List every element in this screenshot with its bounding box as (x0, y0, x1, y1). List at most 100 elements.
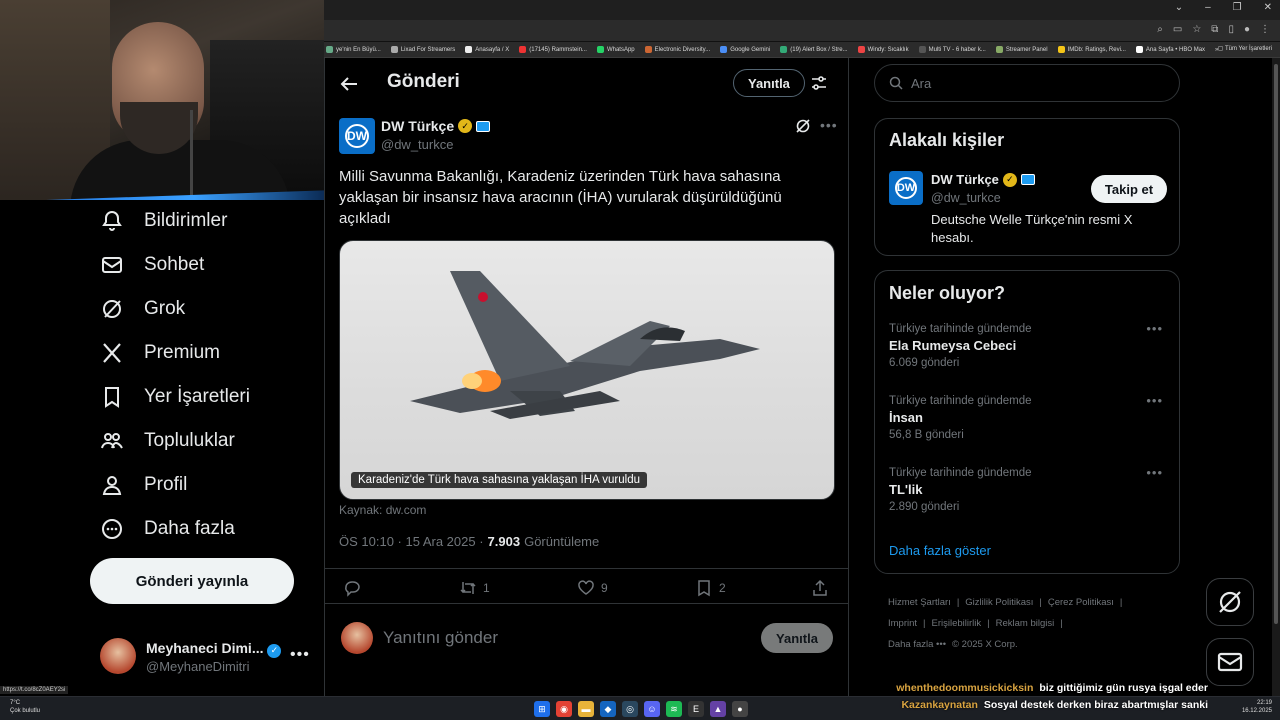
bookmark-item[interactable]: Ana Sayfa • HBO Max (1135, 46, 1205, 53)
bookmark-favicon-icon (519, 46, 527, 53)
nav-messages[interactable]: Sohbet (100, 250, 204, 280)
nav-grok[interactable]: Grok (100, 294, 185, 324)
footer-link[interactable]: Erişilebilirlik (932, 618, 982, 629)
close-window-icon[interactable]: ✕ (1264, 2, 1272, 13)
like-action[interactable]: 9 (577, 579, 608, 597)
chrome-icon[interactable]: ◉ (556, 701, 572, 717)
grok-fab-button[interactable] (1206, 578, 1254, 626)
bookmark-item[interactable]: Electronic Diversity... (644, 46, 710, 53)
bookmark-action[interactable]: 2 (695, 579, 726, 597)
grok-icon (1219, 591, 1241, 613)
person-handle[interactable]: @dw_turkce (931, 191, 1001, 205)
trend-item[interactable]: Türkiye tarihinde gündemde TL'lik 2.890 … (889, 465, 1169, 513)
account-switcher[interactable]: Meyhaneci Dimi... ✓ @MeyhaneDimitri ••• (100, 636, 310, 680)
reply-input[interactable]: Yanıtını gönder (383, 628, 498, 648)
back-arrow-icon[interactable] (339, 74, 359, 94)
bookmark-item[interactable]: Anasayfa / X (465, 46, 509, 53)
spotify-icon[interactable]: ≋ (666, 701, 682, 717)
post-timestamp[interactable]: ÖS 10:10 · 15 Ara 2025 · (339, 534, 484, 549)
discord-icon[interactable]: ☺ (644, 701, 660, 717)
window-menu-icon[interactable]: ⌄ (1175, 2, 1183, 13)
minimize-icon[interactable]: – (1205, 2, 1211, 13)
epic-games-icon[interactable]: E (688, 701, 704, 717)
bookmark-item[interactable]: Multi TV - 6 haber k... (918, 46, 986, 53)
bookmark-item[interactable]: Windy: Sıcaklık (857, 46, 909, 53)
grok-explain-icon[interactable] (795, 118, 811, 134)
bookmark-item[interactable]: WhatsApp (596, 46, 635, 53)
bookmark-item[interactable]: (17145) Rammstein... (519, 46, 587, 53)
reply-action[interactable] (343, 579, 367, 597)
footer-link[interactable]: Daha fazla ••• (888, 639, 946, 650)
post-button[interactable]: Gönderi yayınla (90, 558, 294, 604)
browser-menu-icon[interactable]: ⋮ (1260, 24, 1270, 35)
bookmark-item[interactable]: Streamer Panel (995, 46, 1048, 53)
follow-button[interactable]: Takip et (1091, 175, 1167, 203)
account-name: Meyhaneci Dimi... ✓ (146, 640, 282, 658)
author-name[interactable]: DW Türkçe ✓ (381, 118, 491, 134)
person-name[interactable]: DW Türkçe ✓ (931, 172, 1035, 187)
weather-widget[interactable]: 7°C Çok bulutlu (10, 699, 40, 715)
nav-bookmarks[interactable]: Yer İşaretleri (100, 382, 250, 412)
trend-more-icon[interactable]: ••• (1146, 393, 1163, 408)
post-more-icon[interactable]: ••• (820, 117, 838, 133)
footer-link[interactable]: Imprint (888, 618, 917, 629)
post-media[interactable]: Karadeniz'de Türk hava sahasına yaklaşan… (339, 240, 835, 500)
author-handle[interactable]: @dw_turkce (381, 137, 453, 152)
source-line[interactable]: Kaynak: dw.com (339, 503, 426, 517)
grok-icon (103, 300, 121, 318)
show-more-link[interactable]: Daha fazla göster (889, 543, 991, 558)
trend-more-icon[interactable]: ••• (1146, 465, 1163, 480)
all-bookmarks-button[interactable]: ▢ Tüm Yer İşaretleri (1218, 45, 1272, 52)
reply-submit-button[interactable]: Yanıtla (761, 623, 833, 653)
app-icon[interactable]: ◆ (600, 701, 616, 717)
author-avatar[interactable]: DW (339, 118, 375, 154)
zoom-icon[interactable]: ⌕ (1157, 24, 1163, 35)
post-text: Milli Savunma Bakanlığı, Karadeniz üzeri… (339, 168, 782, 227)
trend-item[interactable]: Türkiye tarihinde gündemde İnsan 56,8 B … (889, 393, 1169, 441)
file-explorer-icon[interactable]: ▬ (578, 701, 594, 717)
bookmark-item[interactable]: ye'nin En Büyü... (326, 46, 381, 53)
chat-text: biz gittiğimiz gün rusya işgal eder (1039, 682, 1208, 694)
bookmark-favicon-icon (857, 46, 865, 53)
cast-icon[interactable]: ▭ (1173, 24, 1182, 35)
nav-notifications[interactable]: Bildirimler (100, 206, 227, 236)
footer-link[interactable]: Gizlilik Politikası (965, 597, 1033, 608)
nav-premium[interactable]: Premium (100, 338, 220, 368)
nav-communities[interactable]: Topluluklar (100, 426, 235, 456)
bookmark-item[interactable]: Google Gemini (720, 46, 770, 53)
messages-fab-button[interactable] (1206, 638, 1254, 686)
sidepanel-icon[interactable]: ▯ (1228, 24, 1234, 35)
search-input[interactable]: Ara (874, 64, 1180, 102)
start-icon[interactable]: ⊞ (534, 701, 550, 717)
bookmark-item[interactable]: Lixad For Streamers (390, 46, 455, 53)
bookmark-item[interactable]: IMDb: Ratings, Revi... (1057, 46, 1126, 53)
reply-top-button[interactable]: Yanıtla (733, 69, 805, 97)
profile-icon[interactable]: ● (1244, 24, 1250, 35)
retweet-action[interactable]: 1 (459, 579, 490, 597)
person-avatar[interactable]: DW (889, 171, 923, 205)
restore-icon[interactable]: ❐ (1233, 2, 1242, 13)
share-action[interactable] (811, 579, 829, 597)
footer-link[interactable]: Hizmet Şartları (888, 597, 951, 608)
chat-text: Sosyal destek derken biraz abartmışlar s… (983, 699, 1208, 711)
obs-icon[interactable]: ● (732, 701, 748, 717)
nav-more[interactable]: Daha fazla (100, 514, 235, 544)
affiliate-badge-icon (1020, 174, 1035, 185)
trend-more-icon[interactable]: ••• (1146, 321, 1163, 336)
nav-profile[interactable]: Profil (100, 470, 187, 500)
footer-link[interactable]: © 2025 X Corp. (952, 639, 1018, 650)
bookmark-item[interactable]: (19) Alert Box / Stre... (780, 46, 848, 53)
scrollbar[interactable] (1272, 58, 1280, 696)
account-more-icon: ••• (290, 646, 310, 663)
steam-icon[interactable]: ◎ (622, 701, 638, 717)
address-bar[interactable]: ⌕ ▭ ☆ ⧉ ▯ ● ⋮ (324, 20, 1280, 42)
star-icon[interactable]: ☆ (1192, 24, 1201, 35)
taskbar-clock[interactable]: 22:19 16.12.2025 (1242, 699, 1272, 715)
app-icon[interactable]: ▲ (710, 701, 726, 717)
trend-item[interactable]: Türkiye tarihinde gündemde Ela Rumeysa C… (889, 321, 1169, 369)
filter-sliders-icon[interactable] (811, 75, 827, 91)
footer-link[interactable]: Reklam bilgisi (996, 618, 1055, 629)
nav-label: Premium (144, 342, 221, 363)
footer-link[interactable]: Çerez Politikası (1048, 597, 1114, 608)
extensions-icon[interactable]: ⧉ (1211, 24, 1218, 35)
